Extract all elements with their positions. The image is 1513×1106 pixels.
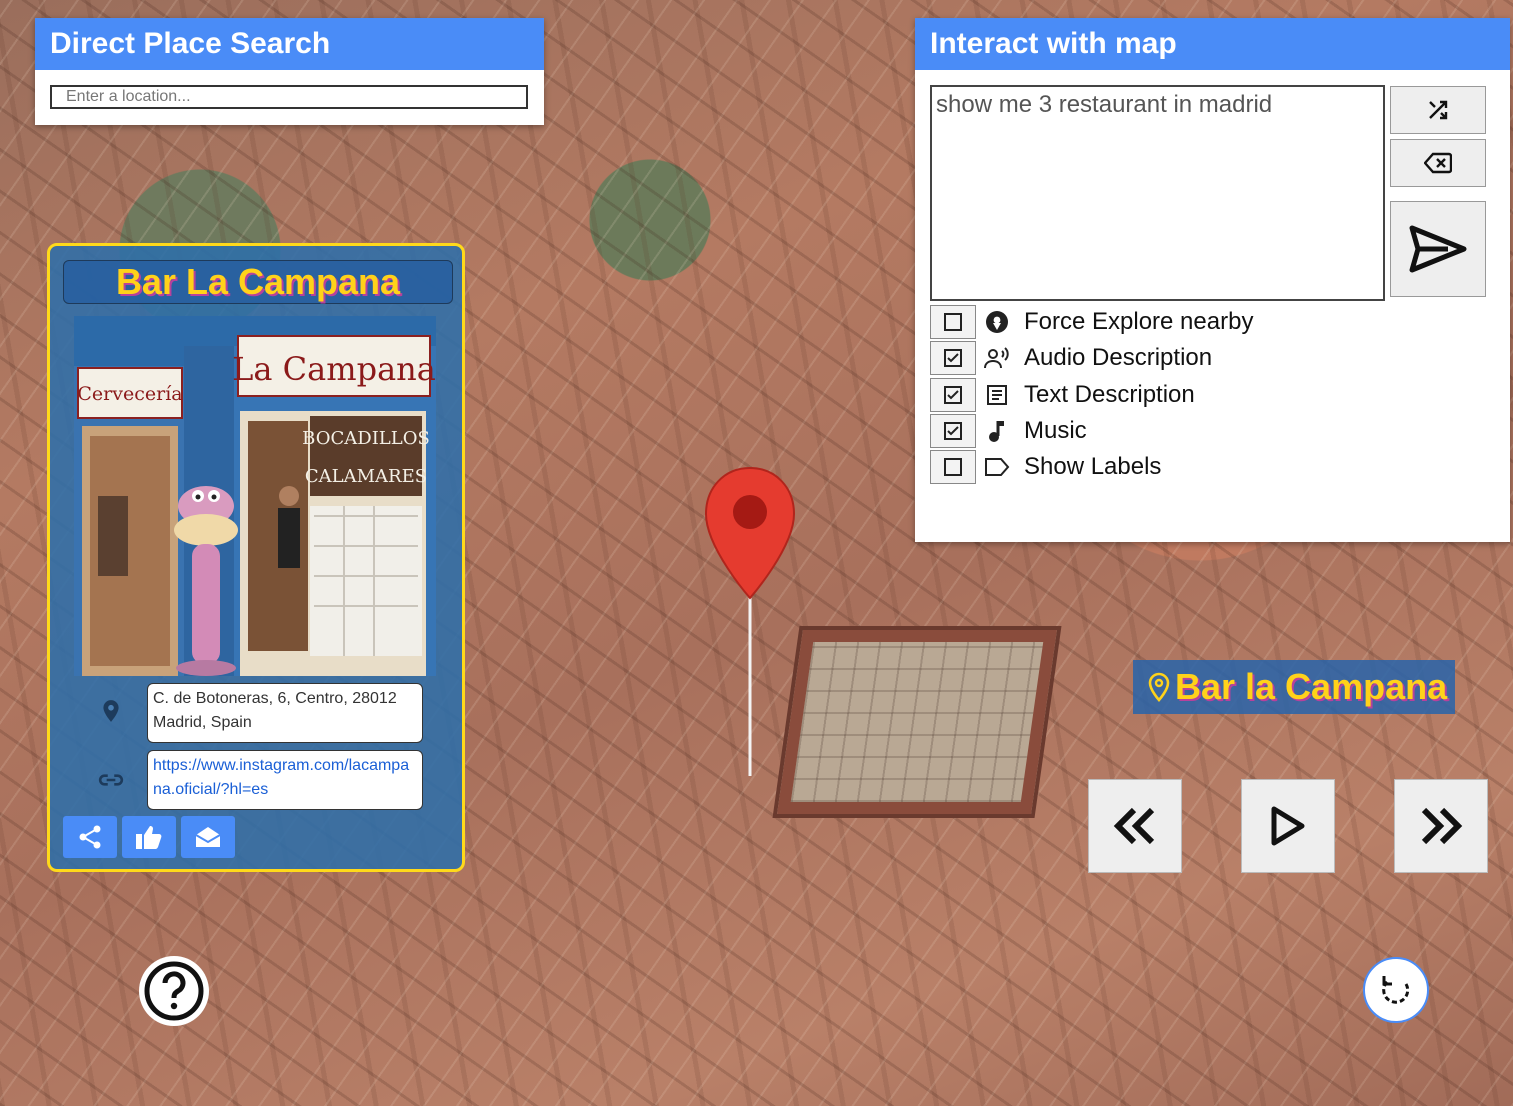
rotate-icon: [1382, 976, 1410, 1004]
map-place-label[interactable]: Bar la Campana: [1133, 660, 1455, 714]
option-show-labels[interactable]: Show Labels: [930, 449, 1161, 485]
send-button[interactable]: [1390, 201, 1486, 297]
option-music[interactable]: Music: [930, 413, 1087, 449]
shuffle-button[interactable]: [1390, 86, 1486, 134]
text-description-checkbox[interactable]: [930, 378, 976, 412]
photo-sign-la-campana: La Campana: [232, 350, 436, 388]
photo-board-calamares: CALAMARES: [305, 466, 427, 487]
music-label: Music: [1024, 417, 1087, 444]
prompt-input[interactable]: [930, 85, 1385, 301]
previous-button[interactable]: [1088, 779, 1182, 873]
place-title: Bar La Campana: [63, 260, 453, 304]
location-pin-icon: [986, 311, 1008, 333]
text-description-label: Text Description: [1024, 381, 1195, 408]
help-button[interactable]: [139, 956, 209, 1026]
email-button[interactable]: [181, 816, 235, 858]
plaza-mayor-building: [777, 630, 1057, 814]
audio-description-label: Audio Description: [1024, 344, 1213, 371]
label-tag-icon: [985, 458, 1010, 476]
option-force-explore[interactable]: Force Explore nearby: [930, 304, 1253, 340]
like-button[interactable]: [122, 816, 176, 858]
thumbs-up-icon: [136, 826, 162, 849]
document-icon: [987, 385, 1007, 405]
location-pin-icon: [1148, 672, 1170, 702]
place-address: C. de Botoneras, 6, Centro, 28012 Madrid…: [147, 683, 423, 743]
interact-with-map-panel: Interact with map Force Explore nearby A…: [915, 18, 1510, 542]
place-website-link[interactable]: https://www.instagram.com/lacampana.ofic…: [147, 750, 423, 810]
show-labels-checkbox[interactable]: [930, 450, 976, 484]
force-explore-checkbox[interactable]: [930, 305, 976, 339]
interact-panel-title: Interact with map: [915, 18, 1510, 70]
next-button[interactable]: [1394, 779, 1488, 873]
search-input[interactable]: [50, 85, 528, 109]
link-icon: [98, 774, 124, 786]
photo-board-bocadillos: BOCADILLOS: [302, 428, 430, 449]
option-text-description[interactable]: Text Description: [930, 377, 1195, 413]
fast-forward-icon: [1421, 807, 1463, 845]
place-info-card: Bar La Campana Cervecería La Campana BOC…: [47, 243, 465, 872]
shuffle-icon: [1429, 100, 1448, 120]
map-pin-marker[interactable]: [702, 466, 798, 778]
force-explore-label: Force Explore nearby: [1024, 308, 1254, 335]
show-labels-label: Show Labels: [1024, 453, 1162, 480]
send-icon: [1409, 225, 1467, 273]
place-photo: Cervecería La Campana BOCADILLOS CALAMAR…: [74, 316, 436, 676]
music-checkbox[interactable]: [930, 414, 976, 448]
search-panel-title: Direct Place Search: [35, 18, 544, 70]
share-icon: [79, 825, 101, 849]
rotate-button[interactable]: [1363, 957, 1429, 1023]
speaking-person-icon: [984, 347, 1009, 369]
rewind-icon: [1113, 807, 1155, 845]
backspace-button[interactable]: [1390, 139, 1486, 187]
music-note-icon: [989, 421, 1004, 442]
email-icon: [195, 827, 221, 847]
map-place-label-text: Bar la Campana: [1175, 666, 1448, 707]
question-mark-icon: [144, 961, 204, 1021]
location-pin-icon: [103, 700, 119, 722]
photo-sign-cerveceria: Cervecería: [77, 383, 182, 405]
direct-place-search-panel: Direct Place Search: [35, 18, 544, 125]
play-button[interactable]: [1241, 779, 1335, 873]
audio-description-checkbox[interactable]: [930, 341, 976, 375]
play-icon: [1271, 806, 1305, 846]
option-audio-description[interactable]: Audio Description: [930, 340, 1212, 376]
backspace-icon: [1424, 152, 1452, 174]
share-button[interactable]: [63, 816, 117, 858]
